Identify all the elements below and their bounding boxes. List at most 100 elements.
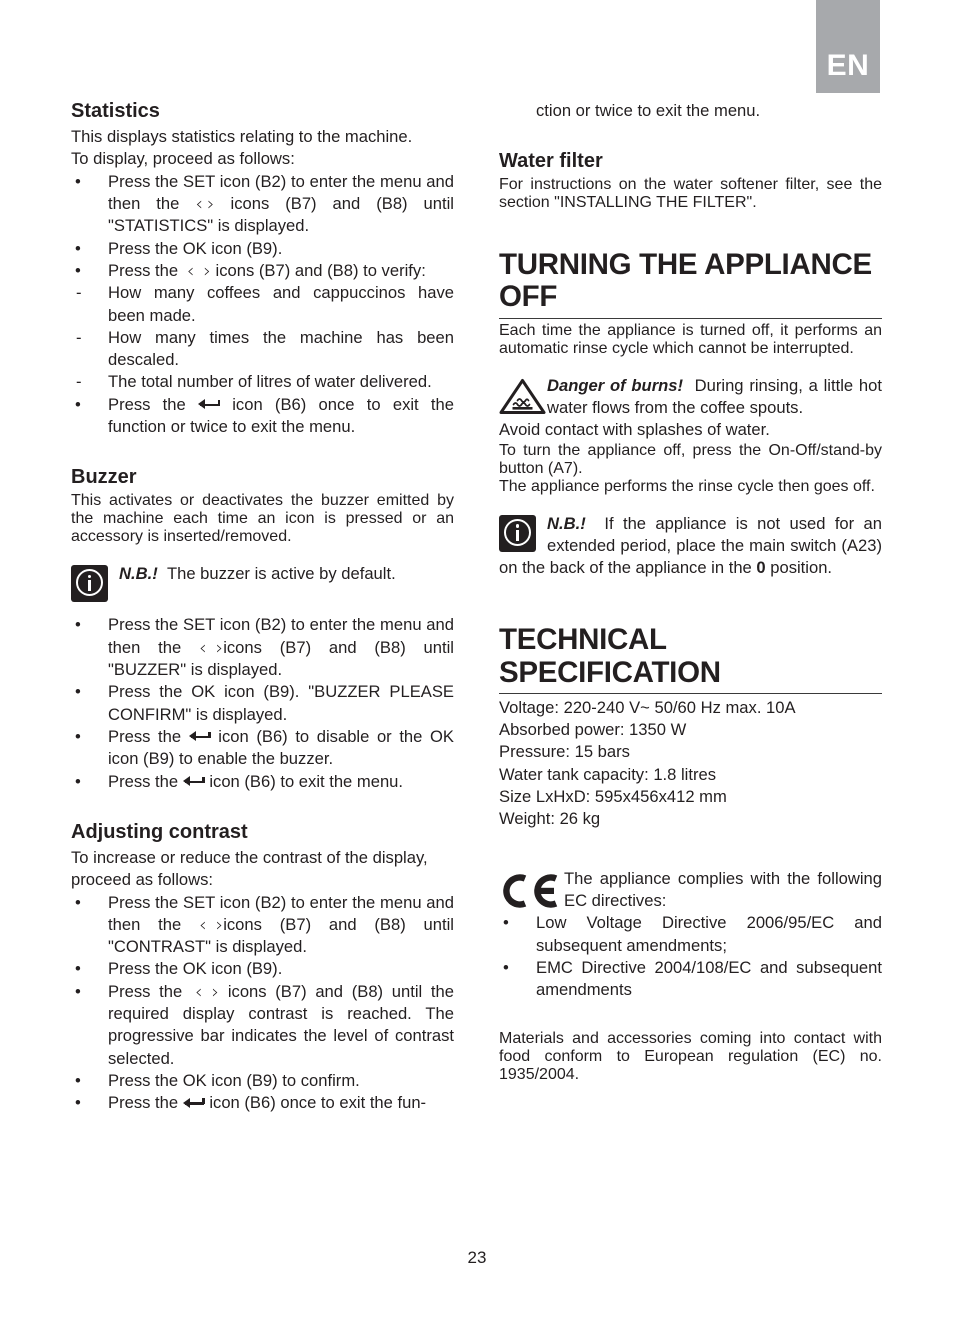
turning-off-body: Each time the appliance is turned off, i…	[499, 321, 882, 357]
info-icon	[71, 565, 108, 603]
list-item: • Press the SET icon (B2) to enter the m…	[71, 892, 454, 959]
chevron-right-icon: ›	[206, 192, 215, 215]
spec-line: Voltage: 220-240 V~ 50/60 Hz max. 10A	[499, 697, 796, 717]
danger-label: Danger of burns!	[547, 375, 684, 395]
chevron-right-icon: ›	[203, 259, 211, 282]
contrast-intro-line-1: To increase or reduce the contrast of th…	[71, 847, 428, 867]
ce-compliance-block: The appliance complies with the followin…	[499, 868, 882, 913]
bullet-marker: •	[75, 1093, 81, 1113]
bullet-marker: •	[75, 1071, 81, 1090]
back-arrow-icon	[197, 399, 220, 411]
dash-marker: -	[76, 372, 82, 392]
heading-buzzer: Buzzer	[71, 466, 137, 489]
list-item: • Low Voltage Directive 2006/95/EC and s…	[499, 912, 882, 957]
note-bold-value: 0	[756, 558, 766, 578]
bullet-marker: •	[75, 981, 81, 1001]
note-block-turning-off: N.B.! If the appliance is not used for a…	[499, 513, 882, 580]
list-item-text-part: Press the	[108, 981, 191, 1001]
note-body-part: position.	[765, 558, 833, 578]
list-item-text-part: Press the	[108, 1093, 183, 1113]
chevron-left-icon: ‹	[198, 913, 207, 936]
list-item: • Press the SET icon (B2) to enter the m…	[71, 614, 454, 681]
list-item: • Press the icon (B6) to disable or the …	[71, 726, 454, 771]
left-column: Statistics This displays statistics rela…	[71, 100, 454, 1115]
list-item: • Press the OK icon (B9) to confirm.	[71, 1070, 454, 1092]
turning-off-line-4: The appliance performs the rinse cycle t…	[499, 477, 875, 495]
list-item-text-part: icon (B6) to exit the menu.	[204, 771, 404, 791]
spec-line: Weight: 26 kg	[499, 809, 601, 829]
continuation-text: ction or twice to exit the menu.	[536, 101, 761, 120]
heading-water-filter: Water filter	[499, 150, 603, 173]
bullet-marker: •	[75, 615, 81, 635]
right-column: ction or twice to exit the menu. Water f…	[499, 100, 882, 1084]
list-item: • Press the OK icon (B9). "BUZZER PLEASE…	[71, 681, 454, 726]
list-item-text: Press the OK icon (B9). "BUZZER PLEASE C…	[108, 682, 454, 724]
list-item-text: Press the OK icon (B9) to confirm.	[108, 1071, 360, 1090]
bullet-marker: •	[75, 260, 81, 280]
dash-marker: -	[76, 283, 82, 303]
list-item-text: EMC Directive 2004/108/EC and subsequent…	[536, 957, 882, 1000]
language-tab: EN	[816, 0, 880, 93]
water-filter-body: For instructions on the water softener f…	[499, 176, 882, 212]
back-arrow-icon	[188, 731, 211, 743]
back-arrow-icon	[182, 776, 205, 788]
list-item-text: How many coffees and cappuccinos have be…	[108, 283, 454, 325]
list-item-text: Low Voltage Directive 2006/95/EC and sub…	[536, 913, 882, 955]
list-item-text: Press the OK icon (B9).	[108, 238, 283, 258]
list-item: - How many coffees and cappuccinos have …	[71, 282, 454, 327]
list-item-text: How many times the machine has been desc…	[108, 327, 454, 370]
list-item-text: Press the OK icon (B9).	[108, 959, 283, 979]
nb-label: N.B.!	[119, 564, 158, 584]
note-text: N.B.! If the appliance is not used for a…	[499, 513, 882, 580]
note-body: The buzzer is active by default.	[166, 564, 396, 584]
heading-technical-specification: TECHNICAL SPECIFICATION	[499, 623, 721, 689]
bullet-marker: •	[75, 238, 81, 258]
page-number: 23	[467, 1248, 487, 1267]
manual-page: EN Statistics This displays statistics r…	[0, 0, 954, 1344]
list-item-text-part: Press the	[108, 726, 189, 746]
bullet-marker: •	[75, 959, 81, 979]
statistics-intro-line-2: To display, proceed as follows:	[71, 149, 295, 169]
spec-line: Water tank capacity: 1.8 litres	[499, 764, 717, 784]
danger-text-block: Danger of burns! During rinsing, a littl…	[499, 375, 882, 420]
list-item-text-part: icon (B6) once to exit the fun-	[204, 1093, 427, 1113]
bullet-marker: •	[75, 682, 81, 702]
info-icon	[499, 514, 536, 552]
chevron-right-icon: ›	[211, 980, 220, 1003]
turning-off-line-2: Avoid contact with splashes of water.	[499, 420, 770, 440]
list-item: • Press the icon (B6) to exit the menu.	[71, 771, 454, 793]
bullet-marker: •	[75, 394, 81, 414]
heading-statistics: Statistics	[71, 100, 160, 122]
warning-block-danger-of-burns: Danger of burns! During rinsing, a littl…	[499, 375, 882, 420]
chevron-left-icon: ‹	[198, 636, 207, 659]
heading-adjusting-contrast: Adjusting contrast	[71, 820, 248, 843]
buzzer-intro: This activates or deactivates the buzzer…	[71, 492, 454, 546]
contrast-intro-line-2: proceed as follows:	[71, 870, 214, 890]
statistics-intro-line-1: This displays statistics relating to the…	[71, 127, 413, 146]
turning-off-line-3: To turn the appliance off, press the On-…	[499, 441, 882, 477]
note-text: N.B.! The buzzer is active by default.	[71, 563, 454, 585]
chevron-left-icon: ‹	[186, 259, 195, 282]
list-item-text-part: Press the	[108, 394, 198, 414]
list-item: • Press the OK icon (B9).	[71, 958, 454, 980]
hot-surface-warning-icon	[499, 378, 546, 415]
list-item: - The total number of litres of water de…	[71, 371, 454, 393]
back-arrow-icon	[182, 1097, 205, 1109]
bullet-marker: •	[75, 892, 81, 912]
list-item-text-part: Press the	[108, 771, 183, 791]
list-item: - How many times the machine has been de…	[71, 327, 454, 372]
heading-rule	[499, 317, 882, 319]
list-item: • EMC Directive 2004/108/EC and subseque…	[499, 957, 882, 1002]
heading-rule	[499, 692, 882, 694]
materials-statement: Materials and accessories coming into co…	[499, 1029, 882, 1083]
spec-line: Absorbed power: 1350 W	[499, 720, 687, 740]
list-item: • Press the SET icon (B2) to enter the m…	[71, 171, 454, 238]
note-block-buzzer: N.B.! The buzzer is active by default.	[71, 563, 454, 603]
list-item-text: The total number of litres of water deli…	[108, 372, 432, 392]
list-item-text-part: Press the	[108, 260, 183, 280]
heading-turning-appliance-off: TURNING THE APPLIANCE OFF	[499, 248, 872, 314]
list-item: • Press the OK icon (B9).	[71, 238, 454, 260]
chevron-left-icon: ‹	[195, 192, 203, 215]
nb-label: N.B.!	[547, 513, 586, 533]
bullet-marker: •	[503, 913, 509, 933]
